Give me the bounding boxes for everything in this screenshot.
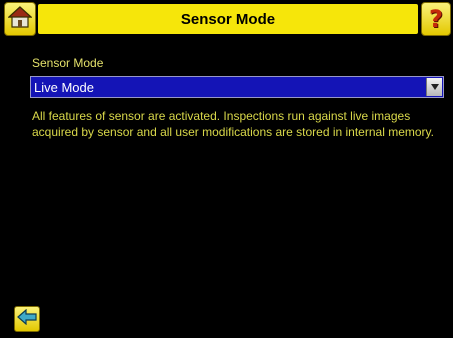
mode-description: All features of sensor are activated. In… bbox=[32, 109, 434, 139]
sensor-mode-label: Sensor Mode bbox=[32, 56, 104, 70]
help-button[interactable]: ? bbox=[421, 2, 451, 36]
back-arrow-icon bbox=[17, 308, 37, 330]
title-strip: Sensor Mode bbox=[38, 4, 418, 34]
sensor-mode-select[interactable]: Live Mode bbox=[30, 76, 444, 98]
sensor-mode-value: Live Mode bbox=[34, 80, 94, 95]
home-button[interactable] bbox=[4, 2, 36, 36]
title-bar: Sensor Mode ? bbox=[0, 0, 453, 40]
help-icon: ? bbox=[429, 5, 443, 33]
chevron-down-icon[interactable] bbox=[426, 78, 442, 96]
page-title: Sensor Mode bbox=[180, 10, 276, 28]
back-button[interactable] bbox=[14, 306, 40, 332]
home-icon bbox=[7, 5, 33, 34]
